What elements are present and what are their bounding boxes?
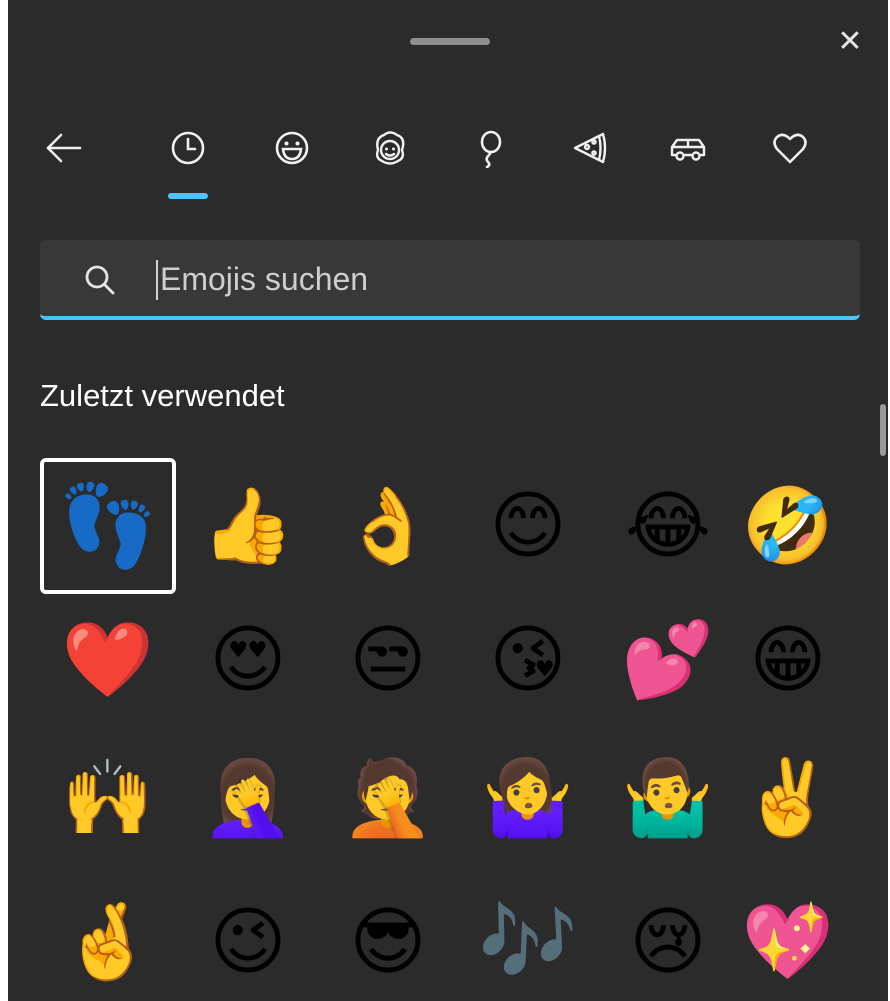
emoji-cell[interactable]: 😒 <box>320 592 456 728</box>
person-face-icon <box>375 131 405 165</box>
tab-celebration[interactable] <box>464 122 516 174</box>
emoji-cell[interactable]: ❤️ <box>40 592 176 728</box>
tab-people[interactable] <box>364 122 416 174</box>
emoji-cell[interactable]: 💖 <box>720 874 856 1001</box>
emoji-cell[interactable]: 🙌 <box>40 730 176 866</box>
arrow-left-icon <box>46 133 82 163</box>
emoji-cell[interactable]: 👍 <box>180 458 316 594</box>
heart-outline-icon <box>773 133 807 164</box>
balloon-icon <box>480 130 502 168</box>
emoji-cell[interactable]: 👌 <box>320 458 456 594</box>
tab-smileys[interactable] <box>266 122 318 174</box>
emoji-cell[interactable]: 🤷‍♂️ <box>600 730 736 866</box>
pizza-icon <box>573 132 607 164</box>
close-button[interactable]: ✕ <box>832 24 868 60</box>
car-icon <box>670 138 706 161</box>
emoji-cell[interactable]: 😁 <box>720 592 856 728</box>
emoji-cell[interactable]: 🤦 <box>320 730 456 866</box>
search-icon <box>85 265 115 295</box>
emoji-cell[interactable]: 😂 <box>600 458 736 594</box>
emoji-cell[interactable]: 🤣 <box>720 458 856 594</box>
emoji-cell[interactable]: 😍 <box>180 592 316 728</box>
emoji-cell[interactable]: 💕 <box>600 592 736 728</box>
emoji-cell[interactable]: 😘 <box>460 592 596 728</box>
selected-tab-indicator <box>168 193 208 199</box>
tab-food[interactable] <box>564 122 616 174</box>
section-title: Zuletzt verwendet <box>40 378 285 413</box>
emoji-cell[interactable]: 😉 <box>180 874 316 1001</box>
scrollbar-thumb[interactable] <box>880 404 886 456</box>
emoji-cell[interactable]: 🎶 <box>460 874 596 1001</box>
text-caret <box>156 260 158 300</box>
emoji-panel: ✕ Emojis suchen Zuletzt verwendet 👣 👍 👌 … <box>8 0 888 1001</box>
emoji-cell[interactable]: 😎 <box>320 874 456 1001</box>
tab-recent[interactable] <box>162 122 214 174</box>
emoji-cell[interactable]: 😊 <box>460 458 596 594</box>
emoji-cell[interactable]: 🤞 <box>40 874 176 1001</box>
drag-handle[interactable] <box>410 38 490 45</box>
clock-icon <box>171 131 205 165</box>
emoji-cell[interactable]: 🤷‍♀️ <box>460 730 596 866</box>
emoji-cell[interactable]: ✌️ <box>720 730 856 866</box>
smiley-icon <box>275 131 309 165</box>
tab-symbols[interactable] <box>764 122 816 174</box>
search-box[interactable] <box>40 240 860 320</box>
emoji-cell[interactable]: 🤦‍♀️ <box>180 730 316 866</box>
tab-travel[interactable] <box>662 122 714 174</box>
search-input[interactable] <box>160 254 820 304</box>
back-button[interactable] <box>38 122 90 174</box>
emoji-cell[interactable]: 👣 <box>40 458 176 594</box>
emoji-cell[interactable]: 😢 <box>600 874 736 1001</box>
